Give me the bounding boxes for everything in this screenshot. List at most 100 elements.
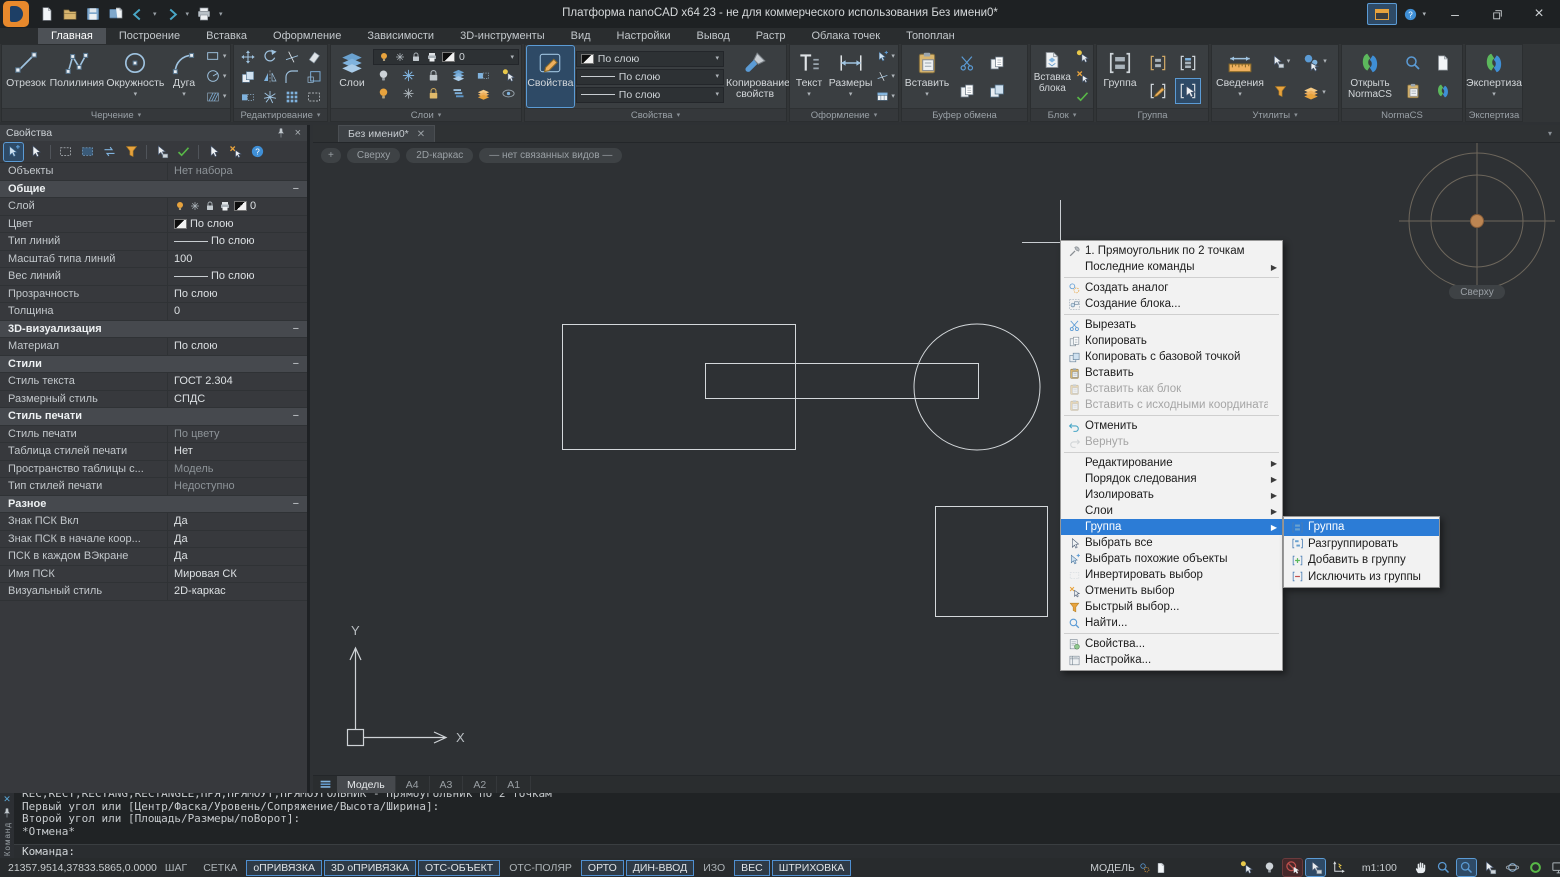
layer-select-field[interactable]: 0 ▾ — [373, 49, 519, 65]
prop-section-plotstyle[interactable]: Стиль печати− — [0, 408, 307, 426]
normacs-group-label[interactable]: NormaCS — [1342, 108, 1462, 121]
prop-row-ltscale[interactable]: Масштаб типа линий 100 — [0, 251, 307, 269]
sheet-tab-a3[interactable]: A3 — [430, 776, 464, 793]
layers-button[interactable]: Слои — [333, 46, 371, 107]
text-tool-button[interactable]: Текст ▾ — [792, 46, 826, 107]
undo-arrow-icon[interactable] — [131, 7, 146, 22]
dimensions-dropdown-icon[interactable]: ▾ — [849, 91, 853, 98]
tab-vstavka[interactable]: Вставка — [193, 28, 260, 44]
toggle-snap[interactable]: ШАГ — [158, 860, 194, 876]
offset-icon[interactable] — [306, 89, 322, 105]
maximize-button[interactable] — [1476, 0, 1518, 28]
menu-item-rectangle-2pt[interactable]: 1. Прямоугольник по 2 точкам — [1061, 243, 1282, 259]
open-normacs-button[interactable]: Открыть NormaCS — [1344, 46, 1396, 107]
linked-views-button[interactable]: — нет связанных видов — — [479, 148, 622, 163]
sheet-list-icon[interactable] — [313, 776, 337, 793]
prop-row-plottype[interactable]: Тип стилей печати Недоступно — [0, 478, 307, 496]
command-panel-tab-label[interactable]: Команд — [3, 822, 12, 856]
prop-row-plottable[interactable]: Таблица стилей печати Нет — [0, 443, 307, 461]
prop-section-misc[interactable]: Разное− — [0, 496, 307, 514]
prop-row-ucs-origin[interactable]: Знак ПСК в начале коор... Да — [0, 531, 307, 549]
menu-item-draw-order[interactable]: Порядок следования▶ — [1061, 471, 1282, 487]
workspace-switcher-button[interactable] — [1367, 3, 1397, 25]
orbit-button[interactable] — [1503, 859, 1522, 876]
table-tool-button[interactable]: ▾ — [876, 90, 895, 103]
drawing-canvas[interactable]: Y X Без имени0* ✕ ▾ + Сверху 2D-каркас —… — [313, 125, 1560, 793]
prop-row-lineweight[interactable]: Вес линий По слою — [0, 268, 307, 286]
polyline-tool-button[interactable]: Полилиния — [50, 46, 104, 107]
linetype-select[interactable]: По слою ▾ — [576, 69, 724, 85]
drawing-group-label[interactable]: Черчение▾ — [2, 108, 230, 121]
dimensions-tool-button[interactable]: Размеры ▾ — [828, 46, 873, 107]
scale-icon[interactable] — [306, 69, 322, 85]
toggle-ortho[interactable]: ОРТО — [581, 860, 624, 876]
prop-row-material[interactable]: Материал По слою — [0, 338, 307, 356]
tab-oblaka-tochek[interactable]: Облака точек — [799, 28, 894, 44]
pin-icon[interactable] — [275, 127, 287, 139]
paste-button[interactable]: Вставить ▾ — [904, 46, 950, 107]
tab-list-chevron-icon[interactable]: ▾ — [1548, 129, 1552, 138]
bulb-icon[interactable] — [174, 200, 186, 212]
freeze-icon[interactable] — [189, 200, 201, 212]
group-manager-icon[interactable] — [1178, 53, 1198, 73]
menu-item-select-similar[interactable]: Выбрать похожие объекты — [1061, 551, 1282, 567]
undo-dropdown-icon[interactable]: ▾ — [153, 11, 157, 18]
toggle-3d-osnap[interactable]: 3D оПРИВЯЗКА — [324, 860, 416, 876]
erase-icon[interactable] — [306, 49, 322, 65]
document-tab-close-icon[interactable]: ✕ — [417, 129, 425, 140]
layer-current-icon[interactable] — [476, 68, 491, 83]
menu-item-recent-commands[interactable]: Последние команды▶ — [1061, 259, 1282, 275]
print-icon[interactable] — [196, 6, 212, 22]
arc-dropdown-icon[interactable]: ▾ — [182, 91, 186, 98]
toggle-lineweight[interactable]: ВЕС — [734, 860, 770, 876]
mleader-tool-button[interactable]: ▾ — [876, 70, 895, 83]
group-button[interactable]: Группа — [1099, 46, 1141, 107]
layers-group-label[interactable]: Слои▾ — [331, 108, 521, 121]
prop-row-linetype[interactable]: Тип линий По слою — [0, 233, 307, 251]
editing-group-label[interactable]: Редактирование▾ — [234, 108, 327, 121]
annotation-scale[interactable]: m1:100 — [1362, 862, 1397, 874]
menu-item-settings[interactable]: Настройка... — [1061, 652, 1282, 668]
select-button[interactable] — [26, 143, 45, 161]
circle-tool-button[interactable]: Окружность ▾ — [106, 46, 165, 107]
ucs-axes-button[interactable] — [1329, 859, 1348, 876]
trim-icon[interactable] — [284, 49, 300, 65]
cut-scissors-icon[interactable] — [958, 54, 976, 72]
tab-glavnaya[interactable]: Главная — [38, 28, 106, 44]
rotate-icon[interactable] — [262, 49, 278, 65]
normacs-doc-icon[interactable] — [1434, 54, 1452, 72]
prop-row-thickness[interactable]: Толщина 0 — [0, 303, 307, 321]
tab-oformlenie[interactable]: Оформление — [260, 28, 354, 44]
prop-row-objects[interactable]: Объекты Нет набора — [0, 163, 307, 181]
sheet-tab-a2[interactable]: A2 — [463, 776, 497, 793]
regen-ring-button[interactable] — [1526, 859, 1545, 876]
prop-row-visualstyle[interactable]: Визуальный стиль 2D-каркас — [0, 583, 307, 601]
toggle-dyn-input[interactable]: ДИН-ВВОД — [626, 860, 694, 876]
layer-visibility-icon[interactable] — [501, 86, 516, 101]
group-select-button[interactable] — [1176, 79, 1200, 103]
prop-row-transparency[interactable]: Прозрачность По слою — [0, 286, 307, 304]
layer-dropdown-icon[interactable]: ▾ — [510, 54, 514, 61]
save-as-icon[interactable] — [108, 6, 124, 22]
command-line-main[interactable]: REC,RECT,RECTANG,RECTANGLE,ПРЯ,ПРЯМОУТ,П… — [14, 793, 1560, 858]
prop-section-3d[interactable]: 3D-визуализация− — [0, 321, 307, 339]
printer-icon[interactable] — [219, 200, 231, 212]
prop-row-layer[interactable]: Слой 0 — [0, 198, 307, 216]
menu-item-deselect[interactable]: Отменить выбор — [1061, 583, 1282, 599]
close-button[interactable]: × — [1518, 0, 1560, 28]
tab-rastr[interactable]: Растр — [743, 28, 799, 44]
qat-customize-icon[interactable]: ▾ — [219, 11, 223, 18]
lock-ui-button[interactable] — [1549, 859, 1560, 876]
block-attrib-icon[interactable] — [1075, 69, 1090, 84]
properties-toggle-button[interactable]: Свойства — [527, 46, 574, 107]
pan-hand-button[interactable] — [1411, 859, 1430, 876]
toggle-polar[interactable]: ОТС-ПОЛЯР — [502, 860, 579, 876]
hatch-tool-button[interactable]: ▾ — [205, 89, 227, 105]
menu-item-paste[interactable]: Вставить — [1061, 365, 1282, 381]
prop-row-textstyle[interactable]: Стиль текста ГОСТ 2.304 — [0, 373, 307, 391]
tab-zavisimosti[interactable]: Зависимости — [354, 28, 447, 44]
prop-row-ucs-viewport[interactable]: ПСК в каждом ВЭкране Да — [0, 548, 307, 566]
command-panel-pin-icon[interactable] — [1, 807, 13, 819]
save-icon[interactable] — [85, 6, 101, 22]
tab-nastroyki[interactable]: Настройки — [604, 28, 684, 44]
